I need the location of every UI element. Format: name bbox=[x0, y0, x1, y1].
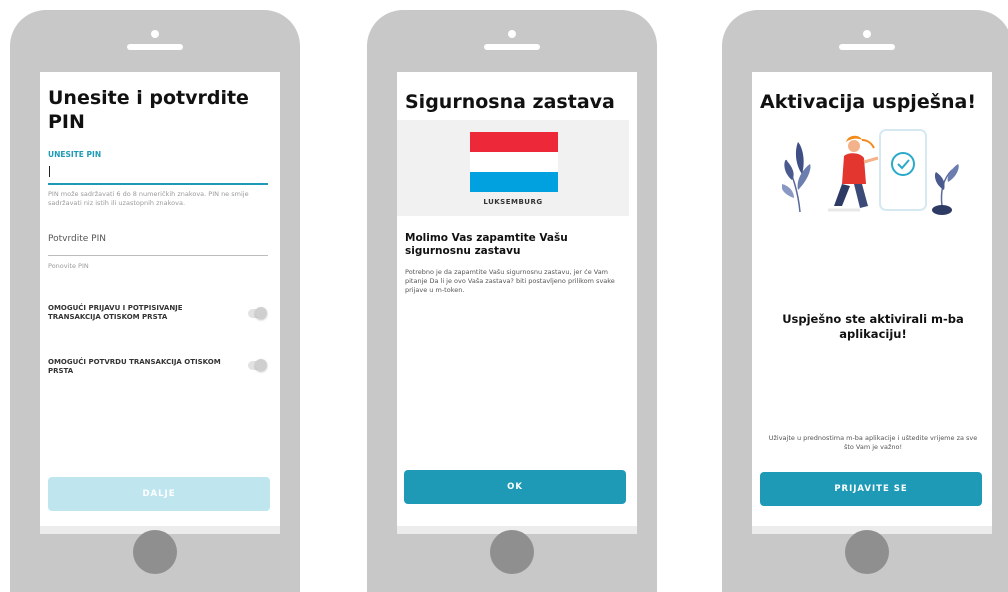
confirm-pin-hint: Ponovite PIN bbox=[48, 262, 89, 270]
page-title: Unesite i potvrdite PIN bbox=[48, 87, 249, 133]
success-illustration bbox=[782, 129, 959, 215]
confirm-pin-underline bbox=[48, 255, 268, 256]
login-button[interactable]: PRIJAVITE SE bbox=[760, 472, 982, 506]
success-message: Uspješno ste aktivirali m-ba aplikaciju! bbox=[782, 312, 964, 341]
home-button[interactable] bbox=[490, 530, 534, 574]
fingerprint-login-toggle[interactable] bbox=[248, 307, 267, 319]
fingerprint-confirm-label: OMOGUĆI POTVRDU TRANSAKCIJA OTISKOM PRST… bbox=[48, 358, 221, 375]
speaker-grille bbox=[127, 44, 183, 50]
pin-field-label: UNESITE PIN bbox=[48, 150, 102, 159]
security-flag-screen: Sigurnosna zastava LUKSEMBURG Molimo Vas… bbox=[397, 72, 637, 534]
pin-input[interactable] bbox=[48, 164, 268, 182]
confirm-pin-input[interactable]: Potvrdite PIN bbox=[48, 234, 268, 252]
flag-heading: Molimo Vas zapamtite Vašu sigurnosnu zas… bbox=[405, 232, 568, 257]
phone-frame-3: Aktivacija uspješna! Uspješno ste aktivi… bbox=[722, 10, 1008, 592]
pin-screen: Unesite i potvrdite PIN UNESITE PIN PIN … bbox=[40, 72, 280, 534]
phone-frame-1: Unesite i potvrdite PIN UNESITE PIN PIN … bbox=[10, 10, 300, 592]
page-title: Sigurnosna zastava bbox=[405, 91, 615, 113]
ok-button[interactable]: OK bbox=[404, 470, 626, 504]
next-button[interactable]: DALJE bbox=[48, 477, 270, 511]
flag-panel: LUKSEMBURG bbox=[397, 120, 629, 216]
fingerprint-confirm-toggle[interactable] bbox=[248, 359, 267, 371]
text-cursor bbox=[49, 166, 50, 177]
success-footer: Uživajte u prednostima m-ba aplikacije i… bbox=[768, 434, 978, 451]
front-camera bbox=[151, 30, 159, 38]
flag-luxembourg-icon bbox=[470, 132, 558, 192]
speaker-grille bbox=[839, 44, 895, 50]
phone-frame-2: Sigurnosna zastava LUKSEMBURG Molimo Vas… bbox=[367, 10, 657, 592]
speaker-grille bbox=[484, 44, 540, 50]
flag-name: LUKSEMBURG bbox=[483, 198, 543, 206]
home-button[interactable] bbox=[133, 530, 177, 574]
confirm-pin-placeholder: Potvrdite PIN bbox=[48, 234, 106, 244]
page-title: Aktivacija uspješna! bbox=[760, 91, 977, 113]
home-button[interactable] bbox=[845, 530, 889, 574]
flag-description: Potrebno je da zapamtite Vašu sigurnosnu… bbox=[405, 268, 615, 294]
pin-hint: PIN može sadržavati 6 do 8 numeričkih zn… bbox=[48, 190, 249, 207]
pin-input-underline bbox=[48, 183, 268, 185]
fingerprint-login-label: OMOGUĆI PRIJAVU I POTPISIVANJE TRANSAKCI… bbox=[48, 304, 183, 321]
activation-success-screen: Aktivacija uspješna! Uspješno ste aktivi… bbox=[752, 72, 992, 534]
front-camera bbox=[508, 30, 516, 38]
front-camera bbox=[863, 30, 871, 38]
